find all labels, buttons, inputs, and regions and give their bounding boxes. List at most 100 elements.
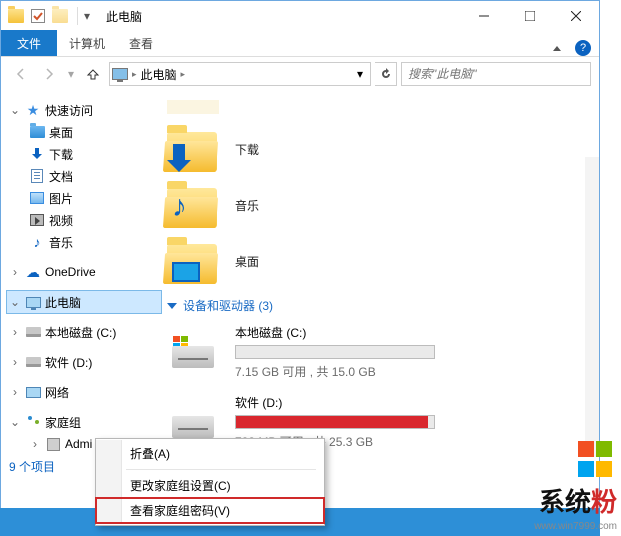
address-bar[interactable]: ▸ 此电脑 ▸ ▾ <box>109 62 371 86</box>
tree-label: 桌面 <box>49 124 73 141</box>
capacity-bar <box>235 415 435 429</box>
list-item-drive-c[interactable]: 本地磁盘 (C:) 7.15 GB 可用 , 共 15.0 GB <box>167 324 591 380</box>
folder-icon <box>29 124 45 140</box>
capacity-fill <box>236 416 428 428</box>
help-icon[interactable]: ? <box>575 40 591 56</box>
close-button[interactable] <box>553 1 599 31</box>
tree-desktop[interactable]: 桌面 <box>7 121 161 143</box>
list-item-music[interactable]: ♪ 音乐 <box>167 177 591 233</box>
watermark-accent: 粉 <box>591 482 617 519</box>
tree-drive-c[interactable]: › 本地磁盘 (C:) <box>7 321 161 343</box>
chevron-down-icon[interactable]: ⌄ <box>9 295 21 309</box>
tree-label: 音乐 <box>49 234 73 251</box>
drive-icon <box>167 402 219 442</box>
tree-downloads[interactable]: 下载 <box>7 143 161 165</box>
qat-dropdown-icon[interactable]: ▾ <box>84 9 94 23</box>
list-item-downloads[interactable]: 下载 <box>167 121 591 177</box>
cloud-icon: ☁ <box>25 264 41 280</box>
user-icon <box>45 436 61 452</box>
tree-label: 此电脑 <box>45 294 81 311</box>
drive-icon <box>25 324 41 340</box>
chevron-down-icon[interactable]: ⌄ <box>9 415 21 429</box>
pictures-icon <box>29 190 45 206</box>
this-pc-icon <box>25 294 41 310</box>
item-label: 音乐 <box>235 197 259 214</box>
tree-onedrive[interactable]: › ☁ OneDrive <box>7 261 161 283</box>
context-menu: 折叠(A) 更改家庭组设置(C) 查看家庭组密码(V) <box>95 438 325 526</box>
nav-forward-button[interactable] <box>37 62 61 86</box>
item-label: 桌面 <box>235 253 259 270</box>
tree-network[interactable]: › 网络 <box>7 381 161 403</box>
tab-file[interactable]: 文件 <box>1 30 57 56</box>
tab-computer[interactable]: 计算机 <box>57 30 117 56</box>
address-row: ▾ ▸ 此电脑 ▸ ▾ <box>1 57 599 91</box>
drive-icon <box>167 332 219 372</box>
chevron-right-icon[interactable]: › <box>9 325 21 339</box>
tree-documents[interactable]: 文档 <box>7 165 161 187</box>
items-count-label: 9 个项目 <box>9 458 55 475</box>
folder-icon <box>167 238 219 284</box>
tree-label: 软件 (D:) <box>45 354 92 371</box>
tree-videos[interactable]: 视频 <box>7 209 161 231</box>
chevron-right-icon[interactable]: ▸ <box>132 69 137 80</box>
qat-properties-icon[interactable] <box>31 9 45 23</box>
star-icon: ★ <box>25 102 41 118</box>
tree-label: 图片 <box>49 190 73 207</box>
chevron-right-icon[interactable]: ▸ <box>181 69 186 80</box>
minimize-button[interactable] <box>461 1 507 31</box>
tab-view[interactable]: 查看 <box>117 30 165 56</box>
tree-label: Admi <box>65 437 92 451</box>
chevron-right-icon[interactable]: › <box>9 265 21 279</box>
scrollbar[interactable] <box>585 157 599 457</box>
tree-label: 网络 <box>45 384 69 401</box>
section-label: 设备和驱动器 (3) <box>183 297 273 314</box>
list-item[interactable] <box>167 97 591 117</box>
nav-up-button[interactable] <box>81 62 105 86</box>
monitor-icon <box>172 262 200 282</box>
nav-back-button[interactable] <box>9 62 33 86</box>
refresh-button[interactable] <box>375 62 397 86</box>
tree-label: 快速访问 <box>45 102 93 119</box>
videos-icon <box>29 212 45 228</box>
search-box[interactable] <box>401 62 591 86</box>
nav-recent-dropdown[interactable]: ▾ <box>65 62 77 86</box>
watermark-url: www.win7999.com <box>534 521 617 532</box>
tree-quick-access[interactable]: ⌄ ★ 快速访问 <box>7 99 161 121</box>
chevron-right-icon[interactable]: › <box>9 385 21 399</box>
tree-label: 文档 <box>49 168 73 185</box>
chevron-down-icon[interactable]: ⌄ <box>9 103 21 117</box>
windows-logo-icon <box>577 440 617 480</box>
list-item-desktop[interactable]: 桌面 <box>167 233 591 289</box>
address-history-dropdown[interactable]: ▾ <box>352 67 368 81</box>
drive-subtext: 7.15 GB 可用 , 共 15.0 GB <box>235 363 435 380</box>
item-label: 下载 <box>235 141 259 158</box>
music-icon: ♪ <box>172 190 187 224</box>
drive-label: 软件 (D:) <box>235 394 435 411</box>
tree-label: 本地磁盘 (C:) <box>45 324 116 341</box>
maximize-button[interactable] <box>507 1 553 31</box>
section-header-devices[interactable]: 设备和驱动器 (3) <box>167 297 591 314</box>
watermark: 系统 粉 www.win7999.com <box>534 440 617 532</box>
music-icon: ♪ <box>29 234 45 250</box>
tree-pictures[interactable]: 图片 <box>7 187 161 209</box>
app-folder-icon <box>5 5 27 27</box>
menu-item-change-settings[interactable]: 更改家庭组设置(C) <box>96 473 324 498</box>
tree-music[interactable]: ♪ 音乐 <box>7 231 161 253</box>
menu-item-view-password[interactable]: 查看家庭组密码(V) <box>96 498 324 523</box>
chevron-right-icon[interactable]: › <box>29 437 41 451</box>
network-icon <box>25 384 41 400</box>
ribbon-collapse-icon[interactable] <box>553 46 561 51</box>
tree-this-pc[interactable]: ⌄ 此电脑 <box>7 291 161 313</box>
search-input[interactable] <box>408 67 584 81</box>
tree-label: 视频 <box>49 212 73 229</box>
tree-homegroup[interactable]: ⌄ 家庭组 <box>7 411 161 433</box>
tree-label: 家庭组 <box>45 414 81 431</box>
menu-item-collapse[interactable]: 折叠(A) <box>96 441 324 466</box>
breadcrumb-root[interactable]: 此电脑 <box>141 66 177 83</box>
tree-drive-d[interactable]: › 软件 (D:) <box>7 351 161 373</box>
qat-separator <box>77 7 78 25</box>
qat-newfolder-icon[interactable] <box>49 5 71 27</box>
chevron-right-icon[interactable]: › <box>9 355 21 369</box>
window-title: 此电脑 <box>106 8 142 25</box>
this-pc-icon <box>112 68 128 80</box>
